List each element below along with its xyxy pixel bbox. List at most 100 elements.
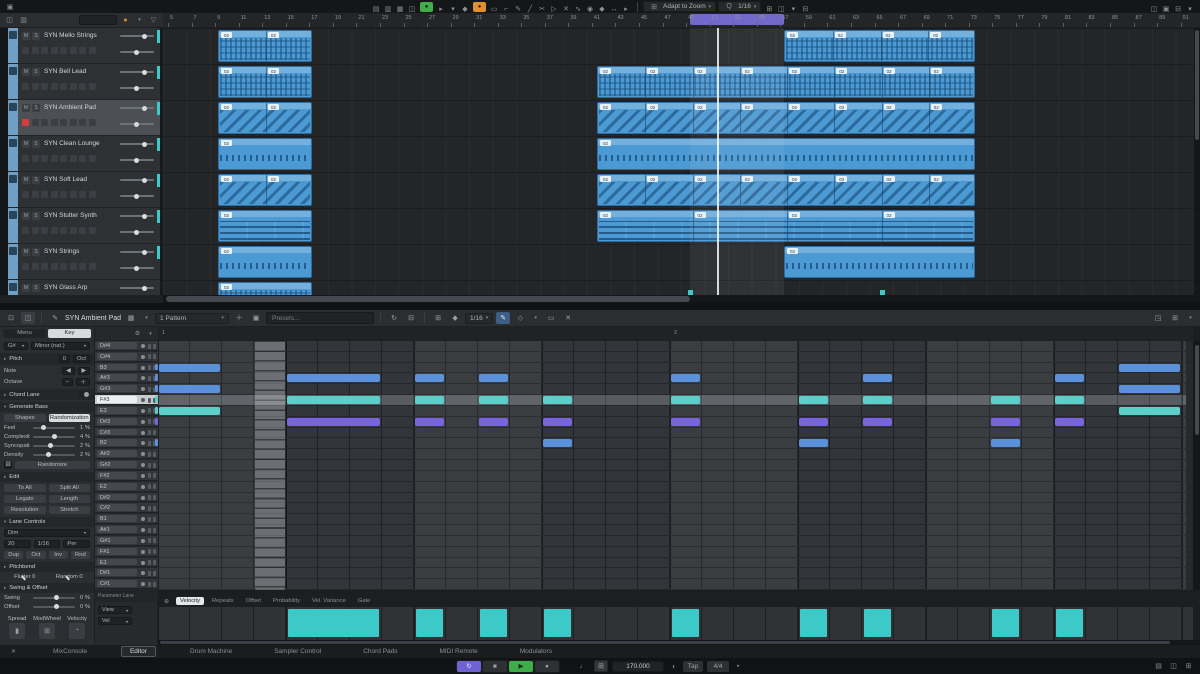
randomization-button[interactable]: Randomization: [49, 414, 91, 422]
midi-note[interactable]: [287, 374, 380, 382]
octave-up-button[interactable]: ＋: [76, 378, 90, 386]
lane-mini-button[interactable]: [153, 484, 156, 489]
track-row[interactable]: MSSYN Strings: [8, 244, 160, 280]
lane-filter-icon[interactable]: ⚙: [132, 329, 143, 339]
lane-control-field-2[interactable]: Per: [63, 540, 90, 548]
volume-slider[interactable]: [120, 179, 154, 181]
lane-mute-dot[interactable]: [141, 366, 145, 370]
lane-control-field-0[interactable]: 20: [4, 540, 31, 548]
lane-mute-dot[interactable]: [141, 485, 145, 489]
mixer-icon[interactable]: ◫: [1168, 661, 1179, 671]
record-enable-button[interactable]: [22, 47, 29, 54]
track-mini-button-5[interactable]: [70, 83, 77, 90]
lane-row[interactable]: A#1: [95, 525, 158, 535]
track-row[interactable]: MSSYN Stutter Synth: [8, 208, 160, 244]
lane-mini-button[interactable]: [148, 376, 151, 381]
velocity-bar[interactable]: [480, 609, 507, 637]
grid-lane[interactable]: [158, 525, 1186, 535]
midi-note[interactable]: [543, 418, 572, 426]
lane-mini-button[interactable]: [148, 408, 151, 413]
track-mini-button-3[interactable]: [51, 155, 58, 162]
lane-mute-dot[interactable]: [141, 496, 145, 500]
lane-mini-button[interactable]: [153, 430, 156, 435]
pattern-grid[interactable]: [158, 341, 1193, 590]
track-mini-button-7[interactable]: [89, 47, 96, 54]
lane-mini-button[interactable]: [148, 387, 151, 392]
volume-slider[interactable]: [120, 143, 154, 145]
grid-lane[interactable]: [158, 514, 1186, 524]
chord-lane-header[interactable]: ▸Chord Lane: [0, 389, 94, 400]
scale-type-dropdown[interactable]: Minor (nat.)▾: [31, 342, 90, 350]
lane-row[interactable]: D#4: [95, 341, 158, 351]
midi-clip[interactable]: 0202020202020202: [597, 174, 975, 206]
zone-tab-modulators[interactable]: Modulators: [512, 647, 560, 656]
lane-row[interactable]: G#3: [95, 384, 158, 394]
lane-mini-button[interactable]: [153, 560, 156, 565]
zone-tab-sampler-control[interactable]: Sampler Control: [266, 647, 329, 656]
lane-row[interactable]: C#2: [95, 503, 158, 513]
lane-mute-dot[interactable]: [141, 355, 145, 359]
slider-track[interactable]: [33, 454, 75, 456]
add-pattern-icon[interactable]: ＋: [232, 312, 246, 324]
lane-mini-button[interactable]: [148, 495, 151, 500]
velocity-mode-dropdown[interactable]: Vel▾: [98, 617, 132, 625]
track-mini-button-7[interactable]: [89, 155, 96, 162]
lane-mini-button[interactable]: [148, 538, 151, 543]
mute-button[interactable]: M: [22, 140, 30, 148]
velocity-tab-vel--variance[interactable]: Vel. Variance: [308, 597, 350, 605]
scrollbar-thumb[interactable]: [160, 641, 1170, 644]
midi-clip[interactable]: 02: [597, 138, 975, 170]
track-mini-button-1[interactable]: [32, 155, 39, 162]
grid-lane[interactable]: [158, 406, 1186, 416]
midi-note[interactable]: [1119, 385, 1180, 393]
track-mini-button-1[interactable]: [32, 227, 39, 234]
solo-button[interactable]: S: [32, 212, 40, 220]
velocity-bar[interactable]: [800, 609, 827, 637]
lane-mini-button[interactable]: [153, 354, 156, 359]
scale-root-dropdown[interactable]: G#▾: [4, 342, 28, 350]
pitchbend-knob-flutter[interactable]: Flutter 0: [4, 574, 46, 580]
grid-lane[interactable]: [158, 341, 1186, 351]
tempo-display[interactable]: 170.000: [612, 661, 664, 672]
volume-handle[interactable]: [142, 214, 147, 219]
lane-mini-button[interactable]: [148, 582, 151, 587]
track-mini-button-2[interactable]: [41, 227, 48, 234]
scrollbar-thumb[interactable]: [1195, 30, 1199, 140]
grid-lane[interactable]: [158, 579, 1186, 589]
track-mini-button-5[interactable]: [70, 119, 77, 126]
lane-mini-button[interactable]: [153, 528, 156, 533]
edit-to-all-button[interactable]: To All: [4, 484, 46, 492]
presets-search-field[interactable]: Presets...: [266, 312, 374, 324]
volume-handle[interactable]: [142, 142, 147, 147]
zone-tab-drum-machine[interactable]: Drum Machine: [182, 647, 240, 656]
grid-lane[interactable]: [158, 449, 1186, 459]
midi-clip[interactable]: 0202020202020202: [597, 102, 975, 134]
edit-stretch-button[interactable]: Stretch: [49, 506, 91, 514]
caret-icon[interactable]: ▾: [141, 313, 152, 323]
midi-note[interactable]: [799, 396, 828, 404]
select-tool-button[interactable]: ▭: [544, 312, 558, 324]
pencil-icon[interactable]: ✎: [48, 312, 62, 324]
velocity-tab-probability[interactable]: Probability: [269, 597, 304, 605]
caret-icon-2[interactable]: ▾: [530, 313, 541, 323]
zone-tab-mixconsole[interactable]: MixConsole: [45, 647, 95, 656]
lane-menu-icon[interactable]: ▾: [145, 329, 156, 339]
duplicate-pattern-icon[interactable]: ▣: [249, 312, 263, 324]
track-mini-button-6[interactable]: [79, 263, 86, 270]
record-enable-button[interactable]: [22, 83, 29, 90]
volume-slider[interactable]: [120, 251, 154, 253]
grid-lane[interactable]: [158, 428, 1186, 438]
lane-mute-dot[interactable]: [141, 409, 145, 413]
midi-clip[interactable]: 0202: [218, 102, 312, 134]
editor-grid-dropdown[interactable]: 1/16▾: [465, 313, 493, 324]
lane-mini-button[interactable]: [148, 419, 151, 424]
lane-mini-button[interactable]: [148, 441, 151, 446]
volume-slider[interactable]: [120, 287, 154, 289]
editor-setup-icon[interactable]: ⊡: [4, 312, 18, 324]
track-mini-button-6[interactable]: [79, 119, 86, 126]
play-button[interactable]: ▶: [509, 661, 533, 672]
record-enable-button[interactable]: [22, 227, 29, 234]
track-mini-button-2[interactable]: [41, 47, 48, 54]
lane-mode-dropdown[interactable]: Dim▾: [4, 529, 90, 537]
track-mini-button-5[interactable]: [70, 227, 77, 234]
